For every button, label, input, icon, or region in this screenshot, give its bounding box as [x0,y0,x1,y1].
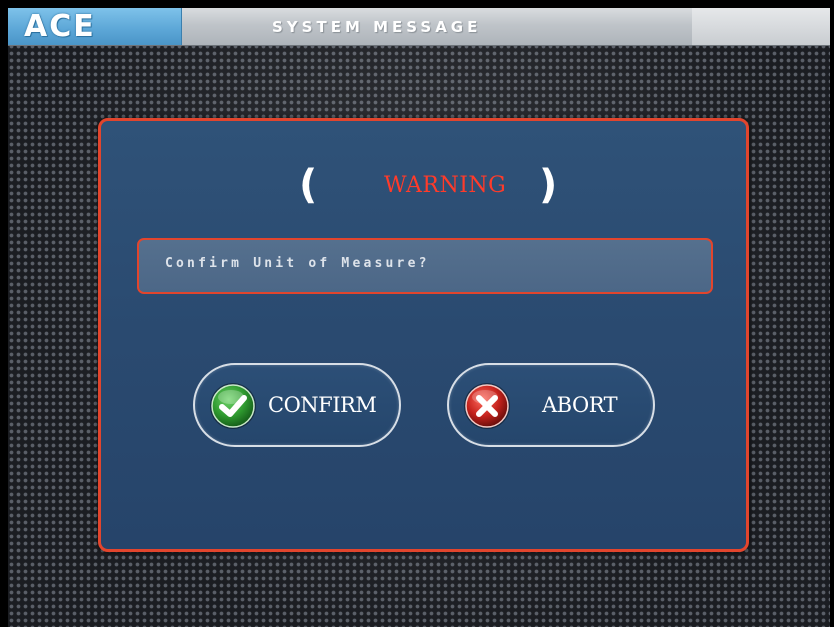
ace-logo: ACE [24,9,96,44]
check-circle-icon [210,383,256,429]
system-message-title: SYSTEM MESSAGE [272,18,482,36]
title-bar: ACE SYSTEM MESSAGE [8,8,830,46]
right-bracket: ) [539,162,558,208]
warning-heading: WARNING [384,173,507,198]
abort-button[interactable]: ABORT [447,363,655,447]
title-bar-accent [692,8,830,45]
warning-heading-row: ( WARNING ) [101,161,746,211]
warning-dialog: ( WARNING ) Confirm Unit of Measure? CON… [98,118,749,552]
left-bracket: ( [299,162,318,208]
x-circle-icon [464,383,510,429]
message-text: Confirm Unit of Measure? [165,256,430,271]
abort-label: ABORT [542,393,618,417]
confirm-label: CONFIRM [268,393,377,417]
logo-box: ACE [8,8,182,45]
screen: ACE SYSTEM MESSAGE ( WARNING ) Confirm U… [8,8,830,627]
message-box: Confirm Unit of Measure? [137,238,713,294]
confirm-button[interactable]: CONFIRM [193,363,401,447]
